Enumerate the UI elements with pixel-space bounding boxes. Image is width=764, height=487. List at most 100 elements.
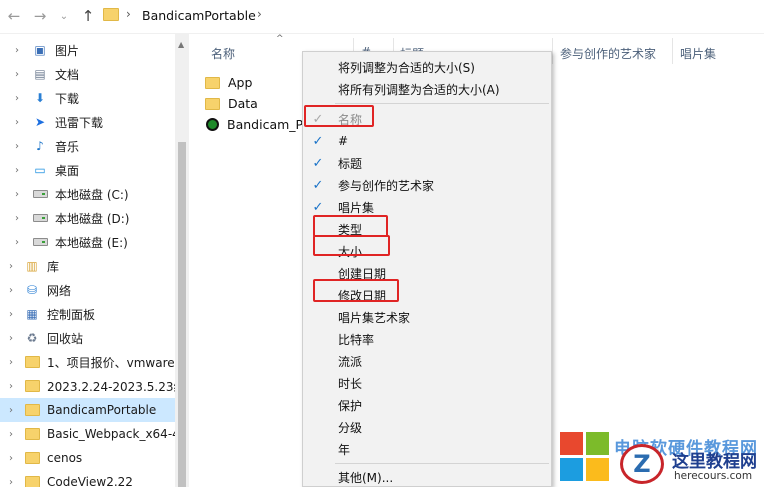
expand-chevron-icon[interactable]: › bbox=[6, 477, 16, 487]
column-header-contributing-artists[interactable]: 参与创作的艺术家 bbox=[560, 45, 656, 62]
expand-chevron-icon[interactable]: › bbox=[6, 405, 16, 416]
menu-item-label: 比特率 bbox=[338, 332, 375, 347]
nav-item-label: 控制面板 bbox=[47, 307, 96, 322]
menu-item-column-toggle[interactable]: ✓ 标题 bbox=[303, 152, 551, 174]
nav-item[interactable]: › ▣ 图片 bbox=[0, 38, 175, 62]
expand-chevron-icon[interactable]: › bbox=[6, 429, 16, 440]
expand-chevron-icon[interactable]: › bbox=[12, 45, 22, 56]
menu-item-label: 将列调整为合适的大小(S) bbox=[338, 60, 475, 75]
breadcrumb-current[interactable]: BandicamPortable bbox=[142, 8, 256, 23]
menu-item-label: 将所有列调整为合适的大小(A) bbox=[338, 82, 500, 97]
watermark-badge-icon: Z bbox=[620, 444, 664, 484]
nav-item[interactable]: › ▤ 文档 bbox=[0, 62, 175, 86]
menu-item-column-toggle[interactable]: ✓ # bbox=[303, 130, 551, 152]
expand-chevron-icon[interactable]: › bbox=[6, 381, 16, 392]
menu-item-column-toggle[interactable]: 保护 bbox=[303, 394, 551, 416]
nav-scrollbar[interactable]: ▲ bbox=[175, 34, 189, 487]
file-row[interactable]: Bandicam_P bbox=[205, 114, 303, 135]
folder-icon bbox=[24, 450, 40, 466]
bandicam-app-icon bbox=[206, 118, 219, 131]
column-divider[interactable] bbox=[672, 38, 673, 64]
expand-chevron-icon[interactable]: › bbox=[12, 189, 22, 200]
expand-chevron-icon[interactable]: › bbox=[6, 309, 16, 320]
checkmark-icon: ✓ bbox=[312, 177, 324, 193]
back-arrow-icon[interactable]: ← bbox=[4, 6, 24, 26]
nav-item-label: 下载 bbox=[55, 91, 80, 106]
nav-item-label: 1、项目报价、vmware第 bbox=[47, 355, 175, 370]
nav-item-label: Basic_Webpack_x64-4 bbox=[47, 427, 175, 441]
nav-item[interactable]: › ▥ 库 bbox=[0, 254, 175, 278]
expand-chevron-icon[interactable]: › bbox=[12, 69, 22, 80]
column-divider[interactable] bbox=[552, 38, 553, 64]
highlight-box-name bbox=[304, 105, 374, 127]
file-row[interactable]: Data bbox=[205, 93, 258, 114]
expand-chevron-icon[interactable]: › bbox=[12, 117, 22, 128]
nav-item[interactable]: › cenos bbox=[0, 446, 175, 470]
column-header-name[interactable]: 名称 bbox=[211, 45, 235, 62]
file-name: Data bbox=[228, 96, 258, 111]
forward-arrow-icon[interactable]: → bbox=[30, 6, 50, 26]
up-arrow-icon[interactable]: ↑ bbox=[78, 6, 98, 26]
menu-item-column-toggle[interactable]: 时长 bbox=[303, 372, 551, 394]
menu-item-column-toggle[interactable]: 唱片集艺术家 bbox=[303, 306, 551, 328]
expand-chevron-icon[interactable]: › bbox=[6, 261, 16, 272]
watermark-url: herecours.com bbox=[674, 470, 753, 482]
menu-item-label: 流派 bbox=[338, 354, 363, 369]
downloads-icon: ⬇ bbox=[34, 91, 46, 105]
menu-item-column-toggle[interactable]: 年 bbox=[303, 438, 551, 460]
menu-item-column-toggle[interactable]: ✓ 参与创作的艺术家 bbox=[303, 174, 551, 196]
expand-chevron-icon[interactable]: › bbox=[6, 453, 16, 464]
nav-item-label: 2023.2.24-2023.5.23维 bbox=[47, 379, 175, 394]
nav-item-label: 本地磁盘 (D:) bbox=[55, 211, 130, 226]
nav-item[interactable]: › ▭ 桌面 bbox=[0, 158, 175, 182]
recent-locations-chevron-icon[interactable]: ⌄ bbox=[54, 6, 74, 26]
library-icon: ▥ bbox=[26, 259, 38, 273]
menu-item-label: 其他(M)... bbox=[338, 470, 394, 485]
nav-item[interactable]: › 本地磁盘 (E:) bbox=[0, 230, 175, 254]
file-name: App bbox=[228, 75, 253, 90]
menu-item-column-toggle[interactable]: 分级 bbox=[303, 416, 551, 438]
menu-item-column-toggle[interactable]: 比特率 bbox=[303, 328, 551, 350]
expand-chevron-icon[interactable]: › bbox=[6, 357, 16, 368]
nav-item[interactable]: › ⬇ 下载 bbox=[0, 86, 175, 110]
expand-chevron-icon[interactable]: › bbox=[6, 285, 16, 296]
scroll-up-icon[interactable]: ▲ bbox=[178, 40, 184, 49]
drive-icon bbox=[32, 234, 48, 250]
menu-item-more[interactable]: 其他(M)... bbox=[303, 466, 551, 487]
network-icon: ⛁ bbox=[26, 283, 38, 297]
nav-item[interactable]: › 本地磁盘 (D:) bbox=[0, 206, 175, 230]
nav-item[interactable]: › CodeView2.22 bbox=[0, 470, 175, 487]
menu-item-label: 分级 bbox=[338, 420, 363, 435]
nav-item[interactable]: › 2023.2.24-2023.5.23维 bbox=[0, 374, 175, 398]
expand-chevron-icon[interactable]: › bbox=[12, 93, 22, 104]
file-row[interactable]: App bbox=[205, 72, 252, 93]
nav-item[interactable]: › BandicamPortable bbox=[0, 398, 175, 422]
nav-item[interactable]: › ▦ 控制面板 bbox=[0, 302, 175, 326]
menu-item-column-toggle[interactable]: 流派 bbox=[303, 350, 551, 372]
nav-item[interactable]: › ♻ 回收站 bbox=[0, 326, 175, 350]
expand-chevron-icon[interactable]: › bbox=[6, 333, 16, 344]
highlight-box-date-modified bbox=[313, 279, 399, 302]
scroll-thumb[interactable] bbox=[178, 142, 186, 487]
breadcrumb-separator-icon[interactable]: › bbox=[257, 7, 262, 21]
control-panel-icon: ▦ bbox=[26, 307, 38, 321]
breadcrumb-separator-icon[interactable]: › bbox=[126, 7, 131, 21]
nav-item[interactable]: › ⛁ 网络 bbox=[0, 278, 175, 302]
nav-item[interactable]: › ♪ 音乐 bbox=[0, 134, 175, 158]
nav-item[interactable]: › 1、项目报价、vmware第 bbox=[0, 350, 175, 374]
expand-chevron-icon[interactable]: › bbox=[12, 213, 22, 224]
nav-item-label: 本地磁盘 (E:) bbox=[55, 235, 128, 250]
expand-chevron-icon[interactable]: › bbox=[12, 237, 22, 248]
column-header-album[interactable]: 唱片集 bbox=[680, 45, 716, 62]
expand-chevron-icon[interactable]: › bbox=[12, 165, 22, 176]
menu-item-size-all-columns-to-fit[interactable]: 将所有列调整为合适的大小(A) bbox=[303, 78, 551, 100]
menu-item-size-column-to-fit[interactable]: 将列调整为合适的大小(S) bbox=[303, 56, 551, 78]
windows-logo-icon bbox=[560, 432, 610, 482]
folder-icon bbox=[24, 378, 40, 394]
drive-icon bbox=[32, 186, 48, 202]
expand-chevron-icon[interactable]: › bbox=[12, 141, 22, 152]
nav-item[interactable]: › Basic_Webpack_x64-4 bbox=[0, 422, 175, 446]
folder-icon bbox=[205, 76, 220, 89]
nav-item[interactable]: › ➤ 迅雷下载 bbox=[0, 110, 175, 134]
nav-item[interactable]: › 本地磁盘 (C:) bbox=[0, 182, 175, 206]
